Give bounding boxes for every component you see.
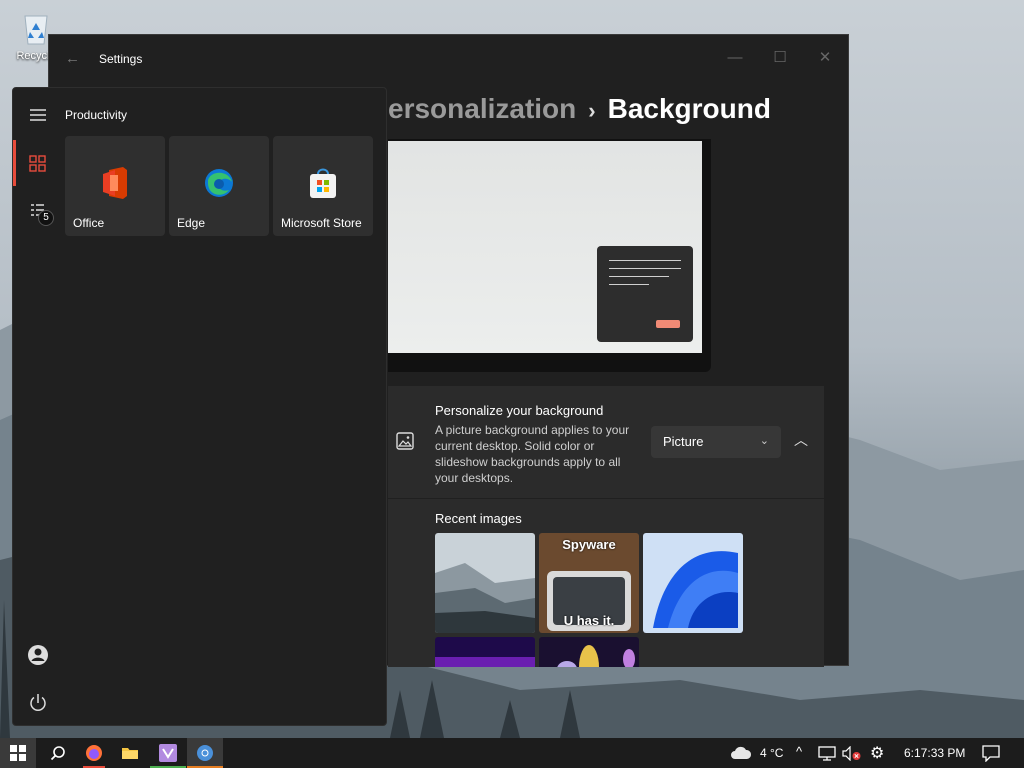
clock[interactable]: 6:17:33 PM <box>904 746 965 760</box>
visual-studio-icon <box>159 744 177 762</box>
tile-label: Edge <box>177 216 206 230</box>
taskbar-firefox[interactable] <box>76 738 112 768</box>
tile-office[interactable]: Office <box>65 136 165 236</box>
recent-image-spyware[interactable]: Spyware U has it. <box>539 533 639 633</box>
selected-indicator <box>13 140 16 186</box>
microsoft-store-icon <box>310 168 336 198</box>
background-type-dropdown[interactable]: Picture ⌄ <box>651 426 781 458</box>
maximize-button[interactable]: ☐ <box>765 43 795 73</box>
background-preview <box>388 139 711 372</box>
chevron-down-icon: ⌄ <box>759 435 769 447</box>
temperature[interactable]: 4 °C <box>760 746 783 760</box>
notification-badge: 5 <box>38 210 54 226</box>
tile-microsoft-store[interactable]: Microsoft Store <box>273 136 373 236</box>
back-arrow-icon[interactable]: ← <box>65 50 80 67</box>
breadcrumb-parent[interactable]: ersonalization <box>388 93 576 124</box>
edge-icon <box>205 169 233 197</box>
search-icon <box>50 746 65 761</box>
windows-logo-icon <box>10 745 26 761</box>
mountains-thumbnail <box>435 533 535 633</box>
title-bar: ← Settings — ☐ ✕ <box>49 35 848 83</box>
chevron-up-icon[interactable]: ︿ <box>790 430 812 452</box>
tile-label: Office <box>73 216 105 230</box>
preview-screen <box>388 141 702 353</box>
search-button[interactable] <box>40 738 76 768</box>
breadcrumb-separator: › <box>588 98 596 123</box>
pinned-tiles-icon[interactable] <box>27 152 49 174</box>
recent-images-label: Recent images <box>435 511 522 526</box>
chevron-up-tray-icon[interactable]: ^ <box>796 744 802 759</box>
picture-icon <box>396 432 414 450</box>
personalize-description: A picture background applies to your cur… <box>435 423 630 485</box>
window-title: Settings <box>99 52 143 66</box>
recent-image-abstract[interactable] <box>539 637 639 667</box>
power-icon[interactable] <box>27 692 49 714</box>
folder-icon <box>122 748 138 759</box>
recent-images-card: Recent images Spyware U has it. <box>388 499 824 667</box>
gear-icon[interactable]: ⚙ <box>870 743 884 763</box>
cloud-weather-icon[interactable] <box>730 745 752 761</box>
start-button[interactable] <box>0 738 36 768</box>
user-account-icon[interactable] <box>27 644 49 666</box>
taskbar-chrome[interactable] <box>187 738 223 768</box>
network-icon[interactable] <box>818 746 836 761</box>
taskbar: 4 °C ^ ⚙ 6:17:33 PM <box>0 738 1024 768</box>
notification-center-icon[interactable] <box>982 745 1000 762</box>
tile-edge[interactable]: Edge <box>169 136 269 236</box>
taskbar-visual-studio[interactable] <box>150 738 186 768</box>
recent-image-purple[interactable] <box>435 637 535 667</box>
meme-top-text: Spyware <box>562 537 616 552</box>
dropdown-value: Picture <box>663 434 704 449</box>
office-icon <box>103 167 127 199</box>
windows-bloom-thumbnail <box>643 533 743 633</box>
tile-label: Microsoft Store <box>281 216 362 230</box>
purple-thumbnail <box>435 637 535 667</box>
volume-muted-icon[interactable] <box>842 746 862 761</box>
hamburger-menu-icon[interactable] <box>27 104 49 126</box>
preview-sample-window <box>597 246 693 342</box>
chrome-icon <box>197 745 213 761</box>
close-button[interactable]: ✕ <box>810 43 840 73</box>
group-label: Productivity <box>65 108 128 122</box>
personalize-background-card: Personalize your background A picture ba… <box>388 386 824 498</box>
firefox-icon <box>86 745 102 761</box>
minimize-button[interactable]: — <box>720 43 750 73</box>
taskbar-file-explorer[interactable] <box>112 738 148 768</box>
page-title: Background <box>607 93 771 124</box>
recent-image-windows-bloom[interactable] <box>643 533 743 633</box>
breadcrumb: ersonalization › Background <box>388 93 771 125</box>
abstract-thumbnail <box>539 637 639 667</box>
meme-bottom-text: U has it. <box>563 613 615 628</box>
personalize-title: Personalize your background <box>435 403 604 418</box>
start-menu: 5 Productivity Office Edge Microsoft Sto… <box>12 87 387 726</box>
recent-image-mountains[interactable] <box>435 533 535 633</box>
